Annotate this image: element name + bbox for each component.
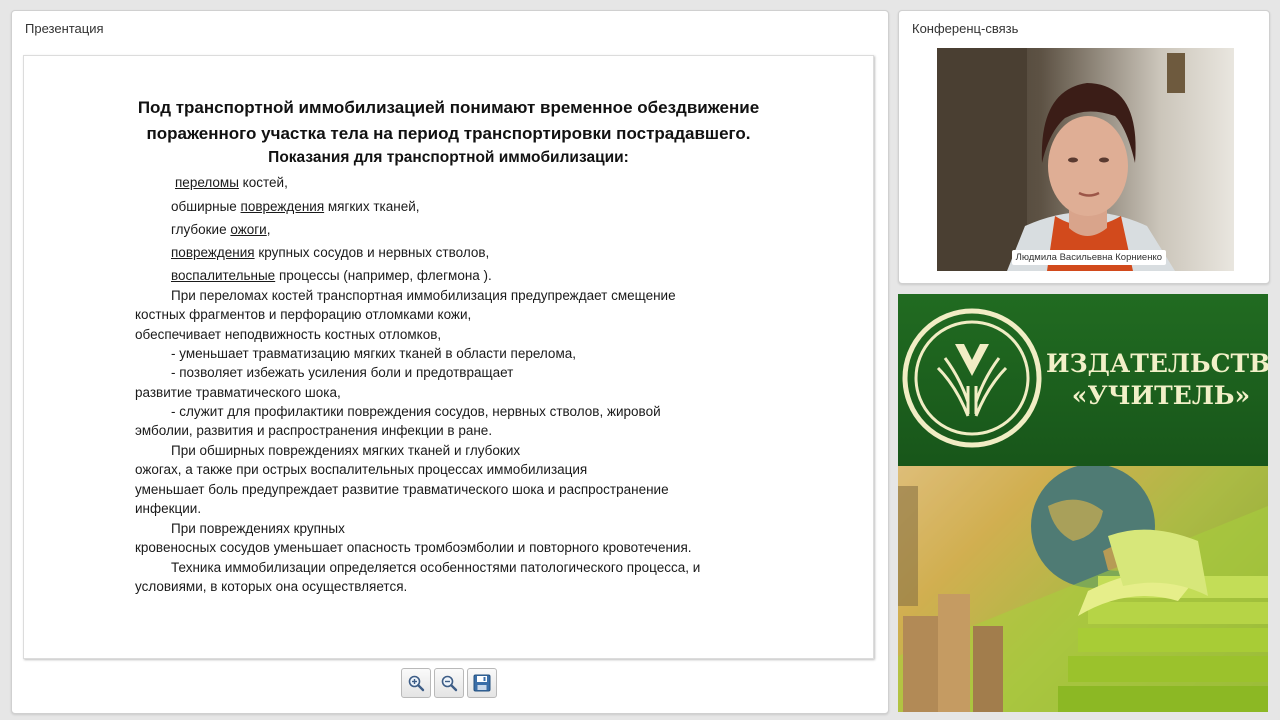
presentation-panel: Презентация Под транспортной иммобилизац… [11,10,889,714]
publisher-name-line: ИЗДАТЕЛЬСТВО [1046,349,1268,378]
banner-image [898,466,1268,712]
slide-text-line: - позволяет избежать усиления боли и пре… [171,365,514,380]
slide-text-line: кровеносных сосудов уменьшает опасность … [135,540,692,555]
slide-title-line: пораженного участка тела на период транс… [146,124,751,143]
slide-text-line: Техника иммобилизации определяется особе… [171,560,701,575]
zoom-out-button[interactable] [434,668,464,698]
indication-item: повреждения крупных сосудов и нервных ст… [171,245,490,260]
presentation-slide: Под транспортной иммобилизацией понимают… [23,55,874,659]
participant-video[interactable]: Людмила Васильевна Корниенко [937,48,1234,271]
slide-text-line: При переломах костей транспортная иммоби… [171,288,676,303]
indication-item: переломы костей, [175,175,288,190]
zoom-in-button[interactable] [401,668,431,698]
slide-text-line: костных фрагментов и перфорацию отломкам… [135,307,472,322]
slide-text-line: обеспечивает неподвижность костных отлом… [135,327,442,342]
zoom-in-icon [408,675,425,692]
presentation-toolbar [12,668,888,700]
slide-text-line: развитие травматического шока, [135,385,341,400]
slide-text-line: эмболии, развития и распространения инфе… [135,423,493,438]
save-icon [473,674,491,692]
indication-item: воспалительные процессы (например, флегм… [171,268,492,283]
slide-subtitle: Показания для транспортной иммобилизации… [268,149,629,166]
participant-image [937,48,1185,271]
slide-text-line: инфекции. [135,501,202,516]
slide-text-line: условиями, в которых она осуществляется. [135,579,408,594]
banner-header: ИЗДАТЕЛЬСТВО «УЧИТЕЛЬ» [898,294,1268,466]
slide-text-line: - уменьшает травматизацию мягких тканей … [171,346,576,361]
conference-title: Конференц-связь [912,21,1019,36]
books-globe-image [898,466,1268,712]
conference-panel: Конференц-связь Людмила Васильевна Корни… [898,10,1270,284]
publisher-banner[interactable]: ИЗДАТЕЛЬСТВО «УЧИТЕЛЬ» [898,294,1268,712]
participant-name: Людмила Васильевна Корниенко [1011,250,1166,265]
zoom-out-icon [441,675,458,692]
slide-text-line: - служит для профилактики повреждения со… [171,404,661,419]
indication-item: глубокие ожоги, [171,222,271,237]
slide-text-line: ожогах, а также при острых воспалительны… [135,462,588,477]
slide-text-line: При обширных повреждениях мягких тканей … [171,443,521,458]
publisher-logo-icon [902,308,1042,448]
slide-text-line: При повреждениях крупных [171,521,345,536]
save-button[interactable] [467,668,497,698]
slide-title-line: Под транспортной иммобилизацией понимают… [137,98,760,117]
publisher-name-line: «УЧИТЕЛЬ» [1071,381,1251,410]
indication-item: обширные повреждения мягких тканей, [171,199,420,214]
presentation-title: Презентация [25,21,104,36]
slide-text-line: уменьшает боль предупреждает развитие тр… [135,482,669,497]
